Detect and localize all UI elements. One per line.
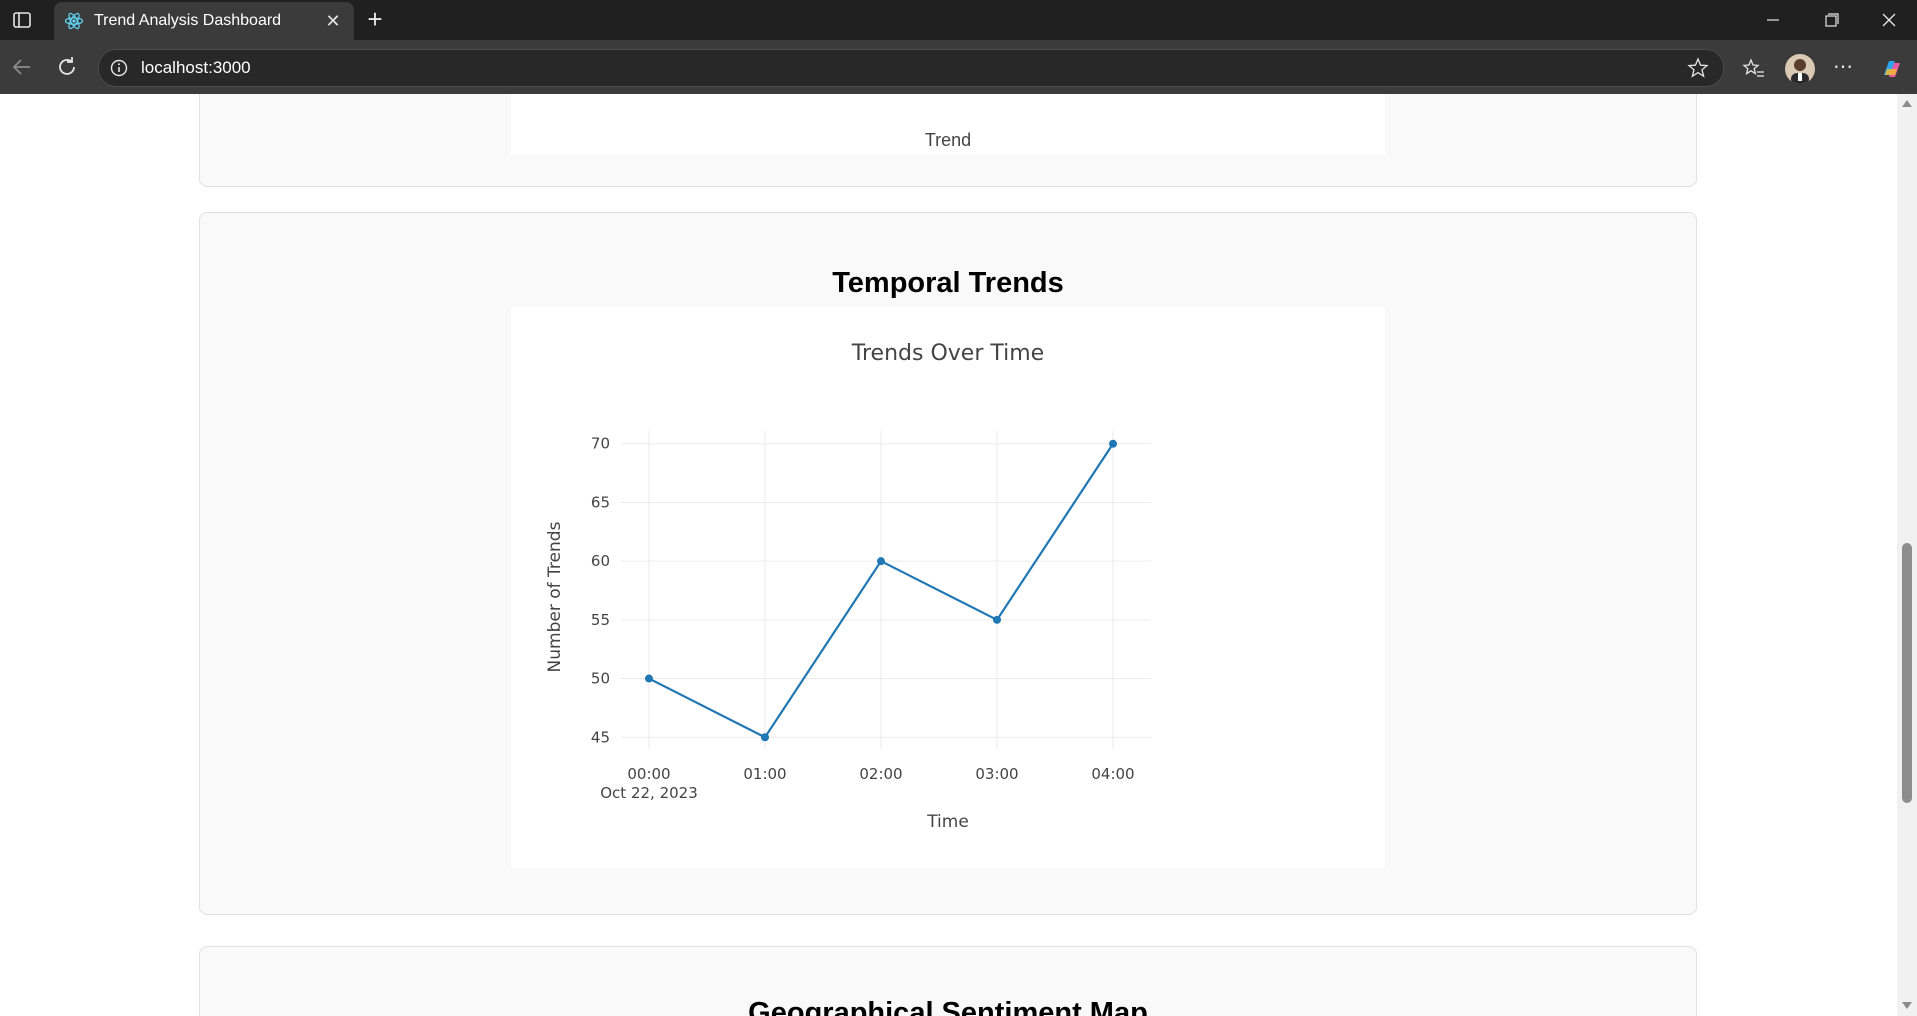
line-chart-svg: Trends Over Time 45 50 55 60 65 70 00:00 01:00 02… <box>545 341 1151 832</box>
geo-sentiment-heading: Geographical Sentiment Map <box>748 997 1148 1016</box>
data-point <box>645 674 653 683</box>
tab-title: Trend Analysis Dashboard <box>94 12 282 29</box>
geo-sentiment-card: Geographical Sentiment Map <box>199 946 1697 1016</box>
page-scrollbar[interactable] <box>1897 94 1917 1016</box>
scrollbar-thumb[interactable] <box>1902 543 1912 803</box>
back-arrow-icon[interactable] <box>10 55 34 79</box>
react-logo-icon <box>64 11 84 31</box>
data-point <box>1109 439 1117 448</box>
trends-over-time-plot: Trends Over Time 45 50 55 60 65 70 00:00 01:00 02… <box>511 307 1385 868</box>
y-tick-label: 65 <box>591 493 610 511</box>
reload-icon[interactable] <box>55 55 79 79</box>
page-viewport: ionScandalomicDownturnateActionLayoffsMu… <box>0 94 1917 1016</box>
y-tick-label: 60 <box>591 552 610 570</box>
close-window-icon[interactable] <box>1876 10 1902 30</box>
browser-tab[interactable]: Trend Analysis Dashboard ✕ <box>54 2 354 40</box>
x-axis-title: Time <box>926 812 969 832</box>
favorites-icon[interactable] <box>1742 57 1766 81</box>
more-options-icon[interactable]: ⋯ <box>1830 57 1856 81</box>
browser-titlebar: Trend Analysis Dashboard ✕ + <box>0 0 1917 40</box>
temporal-trends-card: Temporal Trends Trends Over Time 45 50 55 60… <box>199 212 1697 915</box>
x-tick-label: 04:00 <box>1091 765 1134 783</box>
minimize-icon[interactable] <box>1760 10 1786 30</box>
y-tick-label: 55 <box>591 611 610 629</box>
tab-close-icon[interactable]: ✕ <box>322 10 344 32</box>
data-point <box>761 733 769 742</box>
copilot-icon[interactable] <box>1878 55 1906 83</box>
y-tick-label: 70 <box>591 435 610 453</box>
x-tick-label: 01:00 <box>743 765 786 783</box>
trend-chart-card: ionScandalomicDownturnateActionLayoffsMu… <box>199 94 1697 187</box>
trend-x-axis-label: Trend <box>924 130 972 150</box>
x-tick-label: 02:00 <box>859 765 902 783</box>
scroll-down-arrow-icon[interactable] <box>1902 1002 1912 1009</box>
y-axis-title: Number of Trends <box>545 521 565 672</box>
scroll-up-arrow-icon[interactable] <box>1902 100 1912 107</box>
data-point <box>877 557 885 566</box>
profile-avatar[interactable] <box>1785 54 1815 84</box>
site-info-icon[interactable] <box>109 58 129 78</box>
chart-title: Trends Over Time <box>851 341 1044 366</box>
x-tick-label: 00:00 <box>627 765 670 783</box>
restore-icon[interactable] <box>1818 10 1844 30</box>
data-point <box>993 615 1001 624</box>
temporal-trends-heading: Temporal Trends <box>832 267 1064 299</box>
sidebar-toggle-icon[interactable] <box>12 10 32 30</box>
url-text: localhost:3000 <box>141 58 251 77</box>
favorite-star-icon[interactable] <box>1687 57 1709 79</box>
x-tick-label: 03:00 <box>975 765 1018 783</box>
y-tick-label: 45 <box>591 728 610 746</box>
x-date-label: Oct 22, 2023 <box>600 784 698 802</box>
y-tick-label: 50 <box>591 670 610 688</box>
address-bar[interactable]: localhost:3000 <box>98 49 1724 87</box>
new-tab-icon[interactable]: + <box>362 6 388 32</box>
trend-bar-chart: ionScandalomicDownturnateActionLayoffsMu… <box>511 94 1385 155</box>
